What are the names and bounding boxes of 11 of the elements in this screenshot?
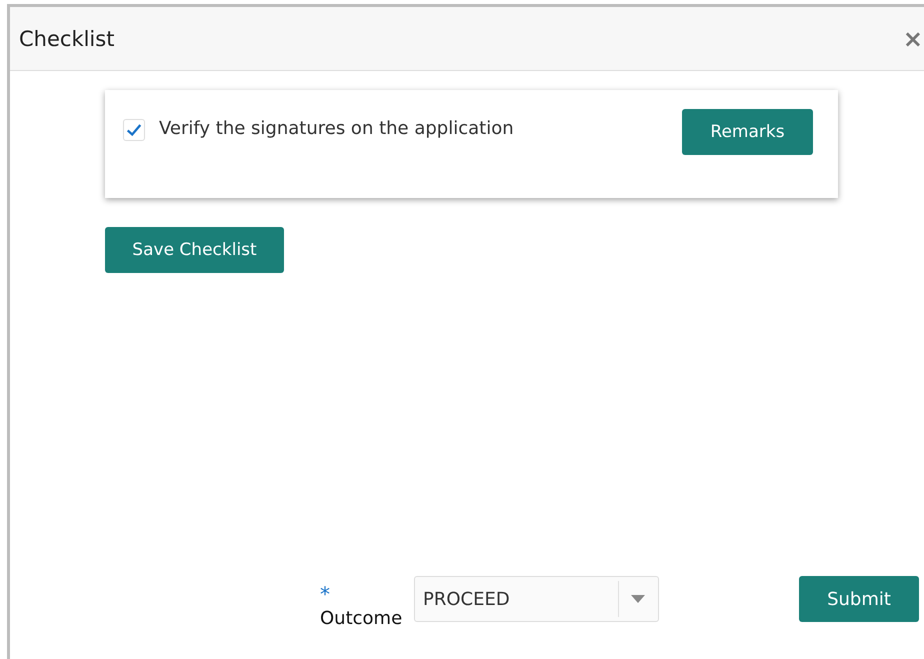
- remarks-button[interactable]: Remarks: [682, 109, 813, 155]
- dialog-title: Checklist: [19, 26, 114, 50]
- checklist-item-label: Verify the signatures on the application: [159, 118, 515, 139]
- submit-button[interactable]: Submit: [799, 576, 919, 622]
- outcome-label: Outcome: [320, 608, 404, 629]
- required-mark: *: [320, 584, 331, 604]
- checkbox[interactable]: [123, 119, 145, 141]
- save-checklist-button[interactable]: Save Checklist: [105, 227, 284, 273]
- caret-icon: [631, 595, 645, 603]
- close-button[interactable]: ×: [902, 26, 923, 50]
- outcome-dropdown[interactable]: PROCEED: [414, 576, 659, 622]
